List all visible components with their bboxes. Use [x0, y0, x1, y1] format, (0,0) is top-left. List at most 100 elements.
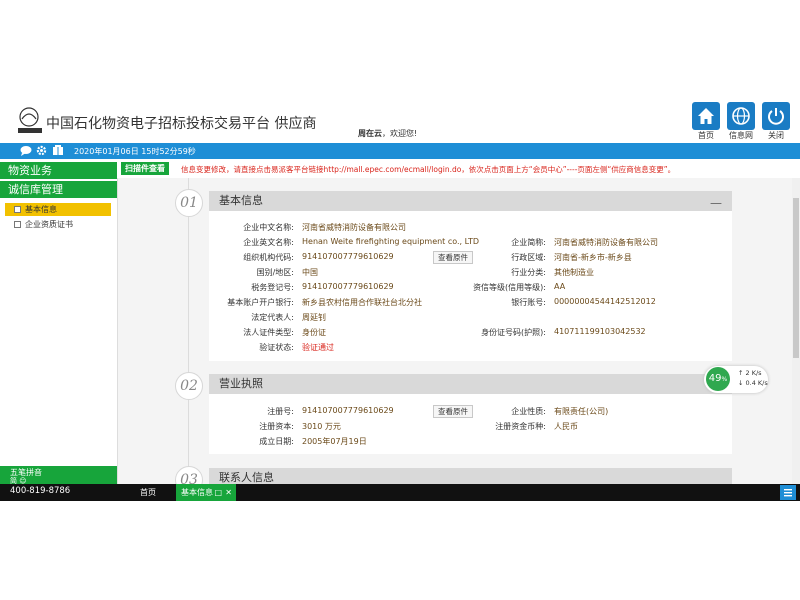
company-nature-label: 企业性质:	[511, 407, 546, 416]
home-icon	[698, 108, 714, 124]
download-speed: ↓ 0.4 K/s	[738, 379, 768, 387]
bank-label: 基本账户开户银行:	[227, 298, 294, 307]
legal-rep-value: 周延钊	[302, 313, 326, 322]
verify-status-label: 验证状态:	[259, 343, 294, 352]
notice-bar: 扫描件查看 信息变更修改，请直接点击易派客平台链接http://mall.epe…	[117, 159, 800, 178]
view-original-button[interactable]: 查看原件	[433, 405, 473, 418]
founded-date-label: 成立日期:	[259, 437, 294, 446]
info-net-button-label[interactable]: 信息网	[721, 130, 761, 141]
account-label: 银行账号:	[511, 298, 546, 307]
reg-capital-label: 注册资本:	[259, 422, 294, 431]
capital-currency-value: 人民币	[554, 422, 578, 431]
section-number-02: 02	[175, 372, 203, 400]
business-license-header[interactable]: 营业执照 —	[209, 374, 732, 394]
sidebar-section-integrity-db[interactable]: 诚信库管理	[0, 181, 117, 198]
cert-type-label: 法人证件类型:	[243, 328, 294, 337]
cn-name-value: 河南省威特消防设备有限公司	[302, 223, 406, 232]
sidebar-item-qualification-cert[interactable]: 企业资质证书	[5, 218, 111, 231]
close-icon[interactable]: ✕	[225, 484, 232, 501]
maximize-icon[interactable]: □	[214, 484, 222, 501]
hotline-phone: 400-819-8786	[10, 486, 71, 496]
sidebar-section-material-business[interactable]: 物资业务	[0, 162, 117, 179]
industry-value: 其他制造业	[554, 268, 594, 277]
current-datetime: 2020年01月06日 15时52分59秒	[74, 147, 196, 156]
speed-percent-value: 49	[708, 373, 722, 384]
taskbar-tab-basic-info[interactable]: 基本信息 □ ✕	[176, 484, 236, 501]
reg-number-value: 914107007779610629	[302, 406, 394, 415]
en-name-label: 企业英文名称:	[243, 238, 294, 247]
hamburger-icon	[784, 489, 792, 497]
collapse-icon[interactable]: —	[710, 193, 722, 213]
app-window: 中国石化物资电子招标投标交易平台 供应商 周在云，欢迎您! 首页 信息网 关闭	[0, 97, 800, 501]
scrollbar-thumb[interactable]	[793, 198, 799, 358]
contact-info-panel: 联系人信息	[209, 468, 732, 484]
speed-percent-unit: %	[721, 376, 728, 383]
document-icon	[14, 206, 21, 213]
document-icon	[14, 221, 21, 228]
sidebar-item-label: 基本信息	[25, 205, 57, 214]
verify-status-value: 验证通过	[302, 343, 334, 352]
tax-label: 税务登记号:	[251, 283, 294, 292]
sidebar-item-basic-info[interactable]: 基本信息	[5, 203, 111, 216]
company-nature-value: 有限责任(公司)	[554, 407, 609, 416]
legal-rep-label: 法定代表人:	[251, 313, 294, 322]
info-net-button[interactable]	[727, 102, 755, 130]
welcome-text: 周在云，欢迎您!	[358, 128, 417, 139]
capital-currency-label: 注册资金币种:	[495, 422, 546, 431]
download-arrow-icon: ↓	[738, 379, 746, 387]
basic-info-panel: 基本信息 — 企业中文名称: 河南省威特消防设备有限公司 企业英文名称: Hen…	[209, 191, 732, 361]
taskbar-tab-home[interactable]: 首页	[133, 484, 163, 501]
basic-info-header[interactable]: 基本信息 —	[209, 191, 732, 211]
close-button-label[interactable]: 关闭	[756, 130, 796, 141]
sinopec-logo	[18, 107, 42, 133]
change-notice: 信息变更修改，请直接点击易派客平台链接http://mall.epec.com/…	[181, 165, 676, 174]
cert-type-value: 身份证	[302, 328, 326, 337]
close-button[interactable]	[762, 102, 790, 130]
upload-arrow-icon: ↑	[738, 369, 746, 377]
globe-icon	[732, 107, 750, 125]
timeline-line	[188, 178, 189, 484]
id-number-label: 身份证号码(护照):	[481, 328, 546, 337]
tax-value: 914107007779610629	[302, 282, 394, 291]
section-title: 联系人信息	[219, 471, 274, 484]
section-title: 营业执照	[219, 377, 263, 390]
home-button[interactable]	[692, 102, 720, 130]
main-content: 01 基本信息 — 企业中文名称: 河南省威特消防设备有限公司 企业英文名称: …	[117, 178, 792, 484]
upload-speed: ↑ 2 K/s	[738, 369, 762, 377]
industry-label: 行业分类:	[511, 268, 546, 277]
upload-speed-value: 2 K/s	[745, 369, 762, 377]
bottom-taskbar: 400-819-8786 首页 基本信息 □ ✕	[0, 484, 800, 501]
section-title: 基本信息	[219, 194, 263, 207]
contact-info-header[interactable]: 联系人信息	[209, 468, 732, 484]
account-value: 00000004544142512012	[554, 297, 656, 306]
credit-value: AA	[554, 282, 566, 291]
country-label: 国别/地区:	[256, 268, 294, 277]
download-speed-value: 0.4 K/s	[745, 379, 768, 387]
welcome-user: 周在云	[358, 129, 382, 138]
org-code-value: 914107007779610629	[302, 252, 394, 261]
country-value: 中国	[302, 268, 318, 277]
region-value: 河南省-新乡市-新乡县	[554, 253, 632, 262]
id-number-value: 410711199103042532	[554, 327, 646, 336]
reg-capital-value: 3010 万元	[302, 422, 341, 431]
sidebar-item-label: 企业资质证书	[25, 220, 73, 229]
welcome-greeting: ，欢迎您!	[382, 129, 418, 138]
ime-toolbar[interactable]: 五笔拼音 简 ☺	[0, 466, 117, 485]
top-toolbar: 2020年01月06日 15时52分59秒	[0, 143, 800, 159]
content-scrollbar[interactable]	[792, 178, 800, 484]
menu-button[interactable]	[780, 485, 796, 500]
scan-view-tab[interactable]: 扫描件查看	[121, 162, 169, 175]
credit-label: 资信等级(信用等级):	[473, 283, 546, 292]
founded-date-value: 2005年07月19日	[302, 437, 367, 446]
network-speed-widget[interactable]: 49% ↑ 2 K/s ↓ 0.4 K/s	[704, 366, 768, 393]
en-name-value: Henan Weite firefighting equipment co., …	[302, 237, 480, 246]
home-button-label[interactable]: 首页	[686, 130, 726, 141]
gear-icon[interactable]	[36, 145, 47, 156]
chat-icon[interactable]	[20, 145, 32, 156]
speed-percent: 49%	[706, 367, 730, 391]
org-code-label: 组织机构代码:	[243, 253, 294, 262]
view-original-button[interactable]: 查看原件	[433, 251, 473, 264]
bank-value: 新乡县农村信用合作联社台北分社	[302, 298, 422, 307]
book-icon[interactable]	[52, 145, 64, 156]
short-name-label: 企业简称:	[511, 238, 546, 247]
